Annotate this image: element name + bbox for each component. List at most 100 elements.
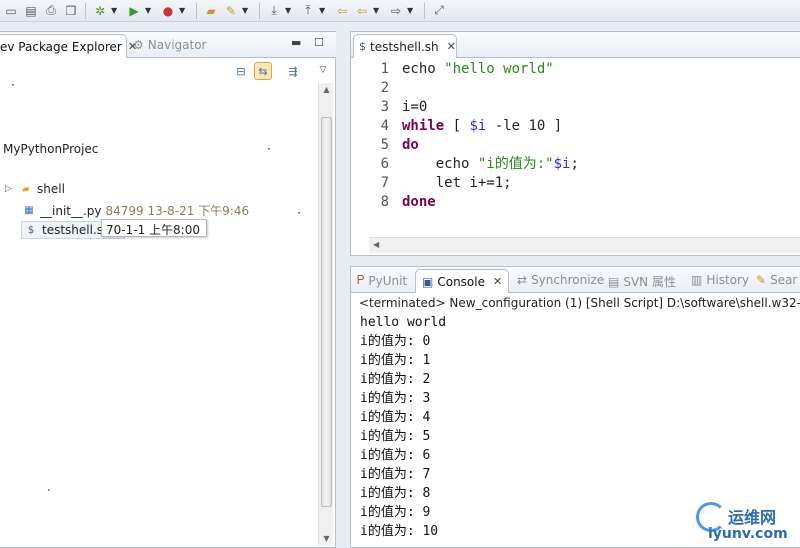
artifact bbox=[268, 148, 270, 150]
save-icon[interactable]: ▤ bbox=[22, 2, 40, 20]
tooltip: 70-1-1 上午8:00 bbox=[101, 219, 207, 237]
console-icon: ▣ bbox=[422, 274, 434, 289]
toolbar-separator bbox=[259, 2, 260, 19]
minimize-icon[interactable]: ▬ bbox=[291, 36, 301, 49]
print-icon[interactable]: ⎙ bbox=[42, 2, 60, 20]
code-variable: $i bbox=[469, 118, 487, 134]
tab-label: PyUnit bbox=[368, 273, 408, 288]
scroll-left-icon[interactable]: ◀ bbox=[373, 240, 379, 249]
console-output-line: i的值为: 3 bbox=[360, 391, 431, 406]
code-token: ; bbox=[570, 156, 579, 172]
tab-synchronize[interactable]: ⇄ Synchronize bbox=[517, 273, 604, 287]
tab-navigator[interactable]: ⚙ Navigator bbox=[133, 38, 206, 52]
console-output-line: i的值为: 7 bbox=[360, 467, 431, 482]
svn-icon: ▤ bbox=[608, 274, 620, 289]
scrollbar-thumb[interactable] bbox=[321, 117, 332, 507]
last-edit-icon[interactable]: ⇦ bbox=[333, 2, 351, 20]
tab-label: Synchronize bbox=[531, 273, 605, 287]
tab-console[interactable]: ▣ Console ✕ bbox=[415, 269, 510, 293]
package-icon[interactable]: ❒ bbox=[62, 2, 80, 20]
editor-view: $ testshell.sh ✕ 1 2 3 4 5 6 7 8 echo "h… bbox=[350, 31, 800, 256]
toolbar-separator bbox=[424, 2, 425, 19]
prev-annotation-icon[interactable]: ⤒ bbox=[299, 2, 317, 20]
tab-history[interactable]: ▥ History bbox=[691, 273, 749, 287]
explorer-scrollbar[interactable]: ▲ ▼ bbox=[318, 83, 333, 545]
tab-navigator-label: Navigator bbox=[147, 38, 207, 52]
project-label: MyPythonProjec bbox=[3, 142, 99, 156]
tree-file-init[interactable]: ▦ __init__.py 84799 13-8-21 下午9:46 bbox=[22, 202, 249, 219]
editor-tab-bar: $ testshell.sh ✕ bbox=[351, 32, 800, 58]
code-token: echo bbox=[402, 61, 445, 77]
toolbar-separator bbox=[196, 2, 197, 19]
console-output-line: hello world bbox=[360, 315, 447, 330]
prev-annotation-dropdown[interactable]: ▼ bbox=[319, 6, 327, 15]
next-annotation-icon[interactable]: ⤓ bbox=[265, 2, 283, 20]
external-tools-icon[interactable]: ● bbox=[159, 2, 177, 20]
code-area[interactable]: 1 2 3 4 5 6 7 8 echo "hello world" i=0 w… bbox=[351, 59, 800, 239]
code-string: "hello world" bbox=[444, 61, 554, 77]
console-status: <terminated> New_configuration (1) [Shel… bbox=[359, 296, 800, 310]
code-keyword: done bbox=[402, 194, 436, 210]
watermark-bottom: iyunv.com bbox=[708, 526, 788, 542]
project-tree: MyPythonProjec ▷ ▰ shell ▦ __init__.py 8… bbox=[0, 83, 316, 548]
code-keyword: do bbox=[402, 137, 419, 153]
code-token: let i+=1; bbox=[402, 175, 512, 191]
code-line-5: do bbox=[402, 136, 419, 155]
tab-svn-properties[interactable]: ▤ SVN 属性 bbox=[608, 273, 676, 290]
forward-dropdown[interactable]: ▼ bbox=[407, 6, 415, 15]
next-annotation-dropdown[interactable]: ▼ bbox=[285, 6, 293, 15]
debug-dropdown[interactable]: ▼ bbox=[111, 6, 119, 15]
console-tab-bar: Ꮲ PyUnit ▣ Console ✕ ⇄ Synchronize ▤ SVN… bbox=[351, 267, 800, 293]
console-output-line: i的值为: 6 bbox=[360, 448, 431, 463]
open-folder-icon[interactable]: ▰ bbox=[202, 2, 220, 20]
scroll-down-icon[interactable]: ▼ bbox=[319, 534, 334, 543]
artifact bbox=[298, 212, 300, 214]
forward-icon[interactable]: ⇨ bbox=[387, 2, 405, 20]
link-with-editor-icon[interactable]: ⇆ bbox=[254, 62, 272, 80]
editor-horizontal-scrollbar[interactable]: ◀ bbox=[369, 237, 800, 253]
python-file-icon: ▦ bbox=[24, 205, 34, 216]
file-meta: 84799 13-8-21 下午9:46 bbox=[105, 204, 250, 218]
tree-project[interactable]: MyPythonProjec bbox=[3, 142, 98, 156]
tab-label: SVN 属性 bbox=[623, 275, 676, 289]
debug-icon[interactable]: ✲ bbox=[91, 2, 109, 20]
line-number: 6 bbox=[380, 156, 389, 172]
line-number: 3 bbox=[380, 99, 389, 115]
close-icon[interactable]: ✕ bbox=[493, 275, 502, 288]
scroll-up-icon[interactable]: ▲ bbox=[319, 85, 334, 94]
back-dropdown[interactable]: ▼ bbox=[373, 6, 381, 15]
tree-folder-shell[interactable]: ▷ ▰ shell bbox=[5, 182, 65, 196]
tab-search[interactable]: ✎ Sear bbox=[756, 273, 797, 287]
run-dropdown[interactable]: ▼ bbox=[145, 6, 153, 15]
artifact bbox=[12, 84, 14, 86]
view-menu-icon[interactable]: ▽ bbox=[314, 61, 332, 79]
explorer-tab-bar: ev Package Explorer ✕ ⚙ Navigator ▬ ☐ bbox=[0, 32, 336, 58]
line-number-gutter: 1 2 3 4 5 6 7 8 bbox=[351, 59, 391, 239]
code-token: echo bbox=[402, 156, 478, 172]
tab-testshell[interactable]: $ testshell.sh ✕ bbox=[353, 34, 457, 58]
maximize-icon[interactable]: ⤢ bbox=[430, 2, 448, 20]
folder-icon: ▰ bbox=[22, 183, 30, 195]
filter-icon[interactable]: ⇶ bbox=[284, 63, 302, 81]
synchronize-icon: ⇄ bbox=[517, 273, 528, 287]
pyunit-icon: Ꮲ bbox=[357, 273, 365, 287]
external-tools-dropdown[interactable]: ▼ bbox=[179, 6, 187, 15]
pen-dropdown[interactable]: ▼ bbox=[242, 6, 250, 15]
collapse-all-icon[interactable]: ⊟ bbox=[232, 63, 250, 81]
tree-item-label: shell bbox=[37, 182, 65, 196]
console-output-line: i的值为: 9 bbox=[360, 505, 431, 520]
code-variable: $i bbox=[553, 156, 571, 172]
shell-file-icon: $ bbox=[359, 40, 366, 53]
run-icon[interactable]: ▶ bbox=[125, 2, 143, 20]
expand-arrow-icon[interactable]: ▷ bbox=[5, 184, 15, 194]
code-line-4: while [ $i -le 10 ] bbox=[402, 117, 562, 136]
tab-package-explorer[interactable]: ev Package Explorer ✕ bbox=[0, 34, 137, 58]
close-icon[interactable]: ✕ bbox=[447, 40, 456, 53]
tab-pyunit[interactable]: Ꮲ PyUnit bbox=[357, 273, 407, 288]
new-icon[interactable]: ▭ bbox=[2, 2, 20, 20]
maximize-view-icon[interactable]: ☐ bbox=[314, 36, 324, 49]
pen-icon[interactable]: ✎ bbox=[222, 2, 240, 20]
code-string: "i的值为:" bbox=[477, 156, 554, 172]
back-icon[interactable]: ⇦ bbox=[353, 2, 371, 20]
code-line-1: echo "hello world" bbox=[402, 60, 554, 79]
